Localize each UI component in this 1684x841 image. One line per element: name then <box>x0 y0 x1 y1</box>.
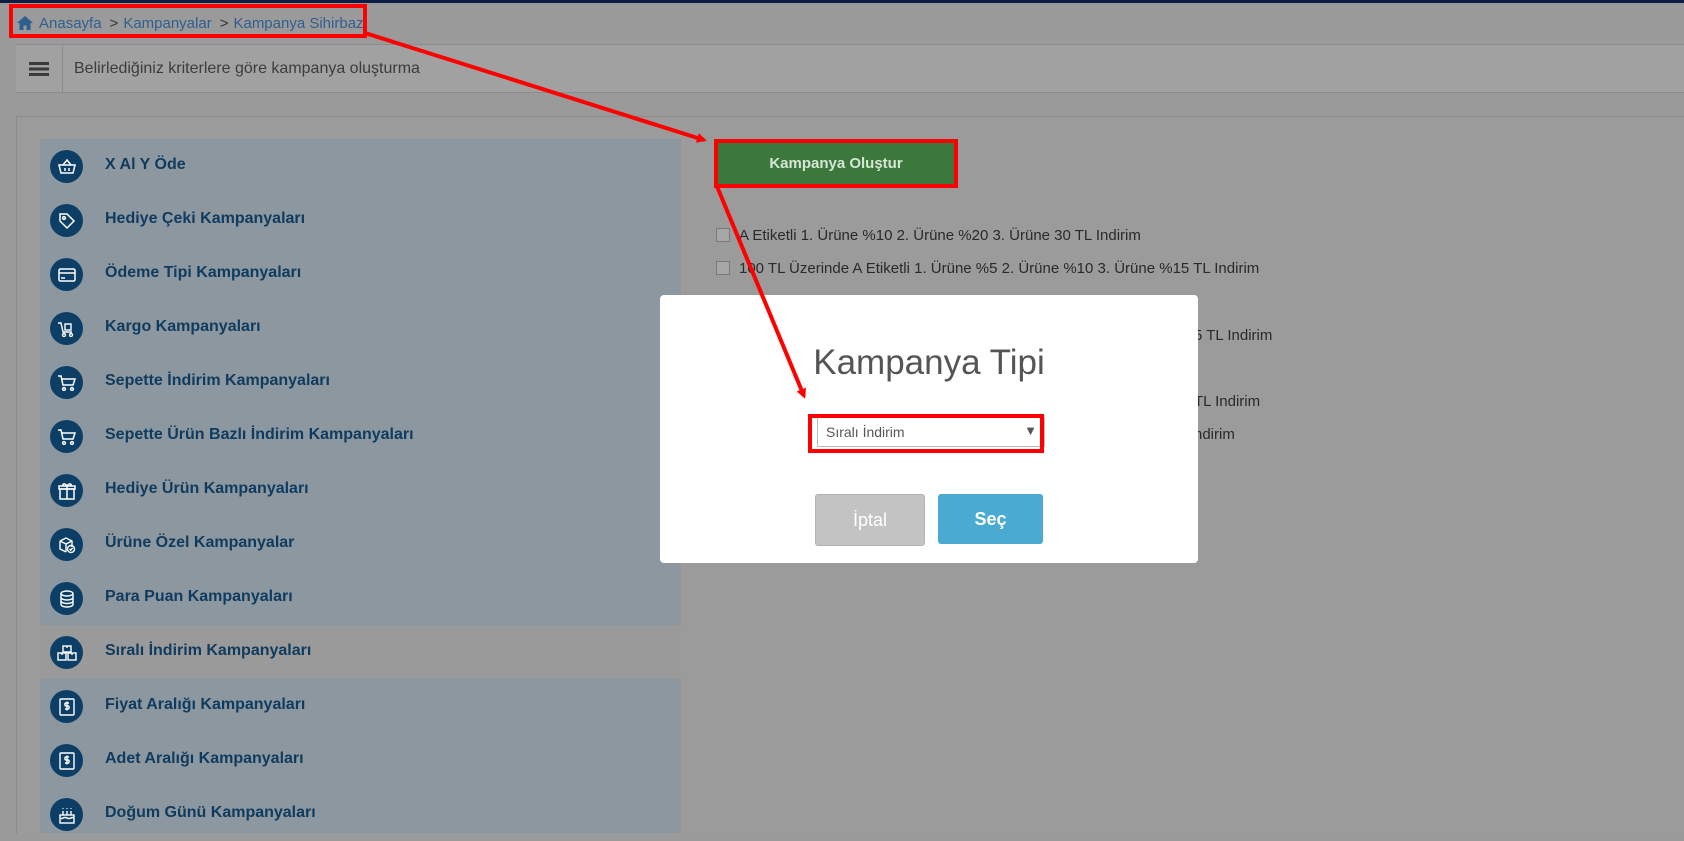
breadcrumb-campaigns-link[interactable]: Kampanyalar <box>123 15 211 32</box>
campaign-option-checkbox[interactable] <box>716 228 730 242</box>
breadcrumb-wizard-link[interactable]: Kampanya Sihirbazı <box>233 15 367 32</box>
hamburger-menu-icon <box>29 61 49 76</box>
cancel-button[interactable]: İptal <box>815 494 925 546</box>
category-label: Sepette Ürün Bazlı İndirim Kampanyaları <box>105 426 414 443</box>
breadcrumb-separator: > <box>219 14 229 32</box>
tag-icon <box>50 204 83 237</box>
campaign-option-partial: TL Indirim <box>1194 392 1261 410</box>
boxes-icon <box>50 636 83 669</box>
gift-icon <box>50 474 83 507</box>
campaign-option-partial: ndirim <box>1194 425 1235 443</box>
category-item-price-range[interactable]: Fiyat Aralığı Kampanyaları <box>40 679 681 733</box>
category-label: Hediye Ürün Kampanyaları <box>105 480 309 497</box>
page-header: Belirlediğiniz kriterlere göre kampanya … <box>16 44 1684 93</box>
category-label: Ödeme Tipi Kampanyaları <box>105 264 302 281</box>
category-label: X Al Y Öde <box>105 156 186 173</box>
top-accent-bar <box>0 0 1684 3</box>
cart-icon <box>50 366 83 399</box>
home-icon[interactable] <box>16 15 34 31</box>
menu-toggle-button[interactable] <box>16 45 63 92</box>
price-doc-icon <box>50 744 83 777</box>
campaign-option[interactable]: 100 TL Üzerinde A Etiketli 1. Ürüne %5 2… <box>716 258 1259 278</box>
category-item-product-specific[interactable]: Ürüne Özel Kampanyalar <box>40 517 681 571</box>
category-item-payment-type[interactable]: Ödeme Tipi Kampanyaları <box>40 247 681 301</box>
box-check-icon <box>50 528 83 561</box>
campaign-type-modal: Kampanya Tipi Sıralı İndirim ▼ İptal Seç <box>660 295 1198 563</box>
category-label: Fiyat Aralığı Kampanyaları <box>105 696 306 713</box>
campaign-option[interactable]: A Etiketli 1. Ürüne %10 2. Ürüne %20 3. … <box>716 225 1141 245</box>
category-item-cart-product-discount[interactable]: Sepette Ürün Bazlı İndirim Kampanyaları <box>40 409 681 463</box>
category-item-cart-discount[interactable]: Sepette İndirim Kampanyaları <box>40 355 681 409</box>
category-item-quantity-range[interactable]: Adet Aralığı Kampanyaları <box>40 733 681 787</box>
campaign-option-partial: 5 TL Indirim <box>1194 326 1273 344</box>
modal-title: Kampanya Tipi <box>813 343 1045 382</box>
category-label: Doğum Günü Kampanyaları <box>105 804 316 821</box>
chevron-down-icon: ▼ <box>1024 423 1037 438</box>
page-title: Belirlediğiniz kriterlere göre kampanya … <box>74 60 420 77</box>
category-label: Hediye Çeki Kampanyaları <box>105 210 306 227</box>
category-item-x-al-y-ode[interactable]: X Al Y Öde <box>40 139 681 193</box>
category-label: Kargo Kampanyaları <box>105 318 261 335</box>
select-button[interactable]: Seç <box>938 494 1043 544</box>
category-label: Sepette İndirim Kampanyaları <box>105 372 330 389</box>
campaign-option-label: A Etiketli 1. Ürüne %10 2. Ürüne %20 3. … <box>739 226 1141 244</box>
category-label: Adet Aralığı Kampanyaları <box>105 750 304 767</box>
credit-card-icon <box>50 258 83 291</box>
campaign-option-checkbox[interactable] <box>716 261 730 275</box>
campaign-type-select[interactable]: Sıralı İndirim ▼ <box>817 417 1045 447</box>
create-campaign-button[interactable]: Kampanya Oluştur <box>718 143 954 184</box>
basket-icon <box>50 150 83 183</box>
category-item-points[interactable]: Para Puan Kampanyaları <box>40 571 681 625</box>
coins-icon <box>50 582 83 615</box>
category-label: Ürüne Özel Kampanyalar <box>105 534 295 551</box>
category-item-gift-voucher[interactable]: Hediye Çeki Kampanyaları <box>40 193 681 247</box>
cart-icon <box>50 420 83 453</box>
cake-icon <box>50 798 83 831</box>
breadcrumb-home-link[interactable]: Anasayfa <box>39 15 102 32</box>
category-list: X Al Y Öde Hediye Çeki Kampanyaları Ödem… <box>40 139 681 833</box>
breadcrumb: Anasayfa > Kampanyalar > Kampanya Sihirb… <box>16 12 368 34</box>
breadcrumb-separator: > <box>109 14 119 32</box>
category-item-ordered-discount[interactable]: Sıralı İndirim Kampanyaları <box>40 625 681 679</box>
price-doc-icon <box>50 690 83 723</box>
campaign-type-select-value: Sıralı İndirim <box>826 424 905 440</box>
category-label: Sıralı İndirim Kampanyaları <box>105 642 312 659</box>
cargo-icon <box>50 312 83 345</box>
category-label: Para Puan Kampanyaları <box>105 588 293 605</box>
category-item-cargo[interactable]: Kargo Kampanyaları <box>40 301 681 355</box>
category-item-gift-product[interactable]: Hediye Ürün Kampanyaları <box>40 463 681 517</box>
campaign-option-label: 100 TL Üzerinde A Etiketli 1. Ürüne %5 2… <box>739 259 1260 277</box>
